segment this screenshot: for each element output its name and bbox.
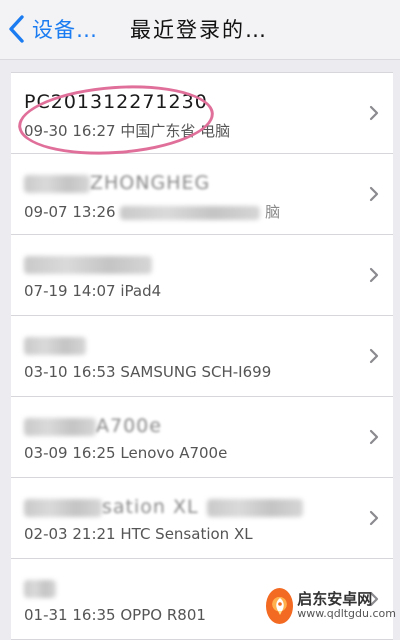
- login-detail: 03-10 16:53 SAMSUNG SCH-I699: [24, 363, 271, 381]
- recent-logins-list: PC201312271230 09-30 16:27 中国广东省 电脑 ZHON…: [11, 72, 393, 640]
- chevron-right-icon: [369, 429, 379, 445]
- watermark-text: 启东安卓网 www.qdltgdu.com: [297, 592, 396, 619]
- login-row[interactable]: PC201312271230 09-30 16:27 中国广东省 电脑: [11, 73, 393, 154]
- chevron-right-icon: [369, 186, 379, 202]
- device-name-redacted: ZHONGHEG: [24, 172, 210, 194]
- device-name-fragment: sation XL: [102, 496, 199, 518]
- redaction-blur: [24, 580, 56, 598]
- login-detail: 01-31 16:35 OPPO R801: [24, 606, 206, 624]
- page-title: 最近登录的…: [130, 14, 268, 44]
- login-detail: 03-09 16:25 Lenovo A700e: [24, 444, 227, 462]
- login-datetime: 03-09 16:25: [24, 444, 116, 462]
- device-name-redacted: [24, 253, 152, 275]
- rocket-icon: [269, 595, 291, 617]
- login-row[interactable]: 07-19 14:07 iPad4: [11, 235, 393, 316]
- device-name: PC201312271230: [24, 91, 208, 113]
- login-location: 中国广东省 电脑: [120, 122, 230, 140]
- chevron-right-icon: [369, 348, 379, 364]
- navigation-bar: 设备… 最近登录的…: [0, 0, 400, 60]
- login-location: HTC Sensation XL: [120, 525, 252, 543]
- watermark-logo: [266, 588, 293, 624]
- chevron-right-icon: [369, 105, 379, 121]
- device-name-redacted: A700e: [24, 415, 162, 437]
- device-name-fragment: ZHONGHEG: [90, 172, 210, 194]
- login-detail: 07-19 14:07 iPad4: [24, 282, 161, 300]
- redaction-blur: [24, 499, 102, 517]
- chevron-right-icon: [369, 267, 379, 283]
- redaction-blur: [24, 418, 96, 436]
- login-datetime: 03-10 16:53: [24, 363, 116, 381]
- login-row[interactable]: ZHONGHEG 09-07 13:26 脑: [11, 154, 393, 235]
- redaction-blur: [24, 256, 152, 274]
- watermark-url: www.qdltgdu.com: [297, 608, 396, 620]
- redaction-blur: [207, 499, 303, 517]
- back-button[interactable]: 设备…: [6, 12, 98, 46]
- login-datetime: 09-30 16:27: [24, 122, 116, 140]
- login-location: OPPO R801: [120, 606, 206, 624]
- login-location: SAMSUNG SCH-I699: [120, 363, 271, 381]
- device-name-redacted: sation XL: [24, 496, 303, 518]
- redaction-blur: [120, 206, 260, 220]
- login-row[interactable]: 03-10 16:53 SAMSUNG SCH-I699: [11, 316, 393, 397]
- login-row[interactable]: A700e 03-09 16:25 Lenovo A700e: [11, 397, 393, 478]
- login-detail: 09-30 16:27 中国广东省 电脑: [24, 120, 230, 141]
- login-row[interactable]: sation XL 02-03 21:21 HTC Sensation XL: [11, 478, 393, 559]
- login-datetime: 02-03 21:21: [24, 525, 116, 543]
- chevron-right-icon: [369, 510, 379, 526]
- device-name-fragment: A700e: [96, 415, 162, 437]
- login-datetime: 09-07 13:26: [24, 203, 116, 221]
- watermark: 启东安卓网 www.qdltgdu.com: [266, 586, 396, 626]
- login-datetime: 07-19 14:07: [24, 282, 116, 300]
- login-detail: 09-07 13:26 脑: [24, 201, 280, 222]
- login-location: iPad4: [120, 282, 161, 300]
- chevron-left-icon: [6, 14, 28, 44]
- redaction-blur: [24, 337, 86, 355]
- login-location-fragment: 脑: [265, 203, 280, 221]
- watermark-title: 启东安卓网: [297, 592, 396, 608]
- login-detail: 02-03 21:21 HTC Sensation XL: [24, 525, 253, 543]
- back-button-label: 设备…: [32, 14, 98, 44]
- login-datetime: 01-31 16:35: [24, 606, 116, 624]
- redaction-blur: [24, 175, 90, 193]
- device-name-redacted: [24, 334, 86, 356]
- login-location: Lenovo A700e: [120, 444, 227, 462]
- device-name-redacted: [24, 577, 56, 599]
